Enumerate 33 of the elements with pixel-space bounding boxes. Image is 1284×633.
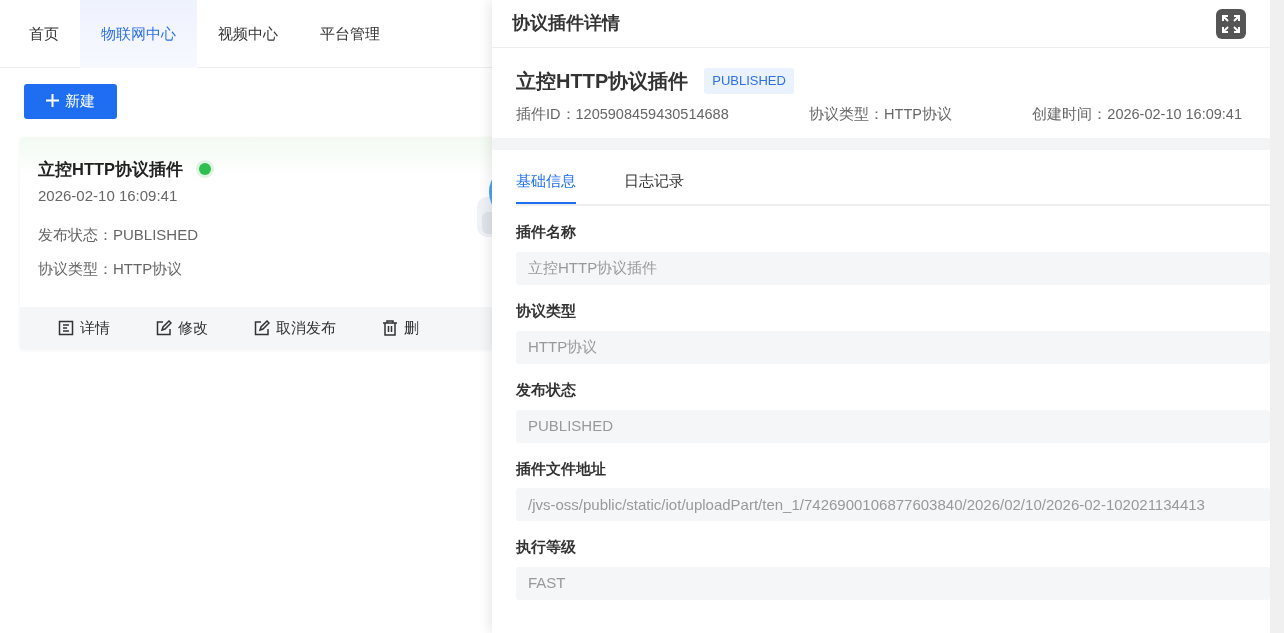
meta-text: 协议类型：HTTP协议 <box>809 105 952 124</box>
edit-icon <box>254 319 270 336</box>
action-link[interactable]: 修改 <box>156 316 208 339</box>
fullscreen-button[interactable] <box>1216 8 1246 39</box>
field-label: 插件名称 <box>516 223 577 243</box>
status-tag: PUBLISHED <box>704 68 794 94</box>
edit-icon <box>156 319 172 336</box>
nav-tab[interactable]: 物联网中心 <box>80 0 197 68</box>
trash-icon <box>382 319 398 336</box>
plus-icon <box>46 94 59 107</box>
field-label: 协议类型 <box>516 302 577 321</box>
nav-tab[interactable]: 视频中心 <box>197 0 299 68</box>
meta-text: 插件ID：1205908459430514688 <box>516 105 729 124</box>
meta-text: 创建时间：2026-02-10 16:09:41 <box>1032 105 1242 124</box>
drawer-tab[interactable]: 日志记录 <box>624 169 684 205</box>
card-field: 协议类型：HTTP协议 <box>38 258 472 281</box>
plugin-name: 立控HTTP协议插件 <box>516 69 689 94</box>
action-link[interactable]: 详情 <box>58 316 110 339</box>
field-label: 执行等级 <box>516 538 577 558</box>
field-label: 发布状态 <box>516 380 577 400</box>
action-link[interactable]: 删 <box>382 316 419 339</box>
card-field: 发布状态：PUBLISHED <box>38 223 472 247</box>
card-time: 2026-02-10 16:09:41 <box>38 186 179 207</box>
detail-icon <box>58 319 74 336</box>
fullscreen-icon <box>1222 14 1240 33</box>
drawer-tab[interactable]: 基础信息 <box>516 169 576 205</box>
new-button[interactable]: 新建 <box>24 84 117 119</box>
card-title: 立控HTTP协议插件 <box>38 158 184 180</box>
action-link[interactable]: 取消发布 <box>254 316 336 339</box>
nav-tab[interactable]: 平台管理 <box>299 0 401 68</box>
drawer-title: 协议插件详情 <box>512 12 620 36</box>
field-label: 插件文件地址 <box>516 459 607 479</box>
nav-tab[interactable]: 首页 <box>8 0 80 68</box>
